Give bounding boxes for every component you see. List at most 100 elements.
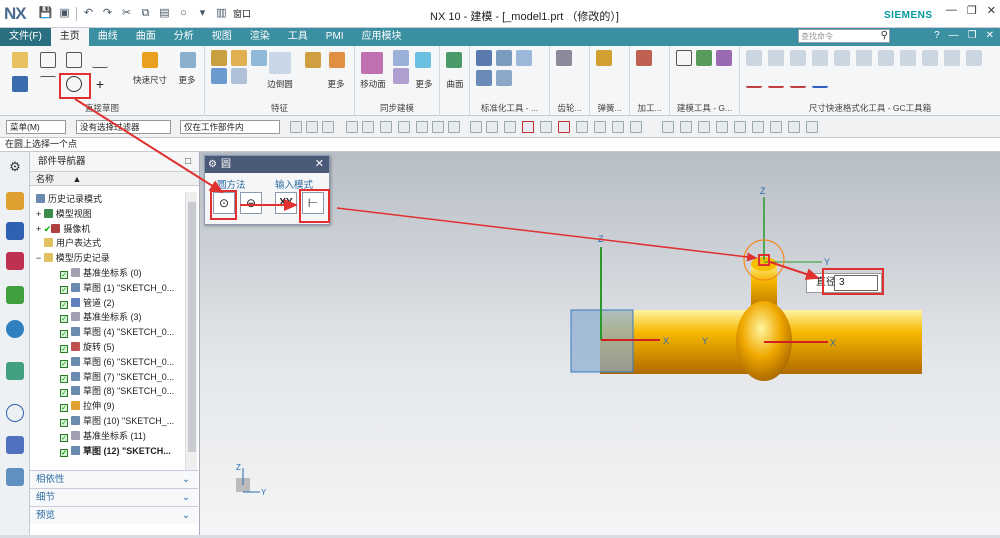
checkbox-icon[interactable]: ✓ (60, 330, 68, 339)
bolt-icon[interactable] (496, 50, 512, 66)
snap-icon[interactable] (594, 121, 606, 133)
view-icon[interactable] (770, 121, 782, 133)
dimension-format-icon[interactable] (878, 50, 894, 66)
table-row[interactable]: ✓ 基准坐标系 (0) (30, 266, 185, 281)
tab-render[interactable]: 渲染 (241, 28, 279, 46)
panel-dependencies[interactable]: 相依性 ⌄ (30, 470, 198, 488)
filter-icon[interactable] (398, 121, 410, 133)
revolve-icon[interactable] (211, 68, 227, 84)
scrollbar-thumb[interactable] (188, 202, 196, 452)
dimension-format-icon[interactable] (812, 50, 828, 66)
tab-home[interactable]: 主页 (50, 28, 89, 46)
dimension-format-icon[interactable] (746, 72, 762, 88)
circle-icon[interactable]: ○ (176, 6, 191, 21)
snap-icon[interactable] (486, 121, 498, 133)
tab-file[interactable]: 文件(F) (0, 28, 51, 46)
tab-curve[interactable]: 曲线 (89, 28, 127, 46)
navigator-scrollbar[interactable] (185, 192, 197, 472)
table-row[interactable]: ✓ 基准坐标系 (3) (30, 310, 185, 325)
move-face-button[interactable]: 移动面 (355, 78, 391, 90)
hole-icon[interactable] (231, 50, 247, 66)
edge-blend-icon[interactable] (269, 52, 291, 74)
snap-icon[interactable] (612, 121, 624, 133)
command-search-input[interactable]: 查找命令 (798, 29, 890, 43)
snap-icon[interactable] (504, 121, 516, 133)
collapse-icon[interactable]: − (36, 253, 44, 263)
checkbox-icon[interactable]: ✓ (60, 433, 68, 442)
view-icon[interactable] (662, 121, 674, 133)
snap-icon[interactable] (448, 121, 460, 133)
tab-tools[interactable]: 工具 (279, 28, 317, 46)
filter-icon[interactable] (306, 121, 318, 133)
snap-icon[interactable] (470, 121, 482, 133)
minimize-ribbon-icon[interactable]: — (949, 30, 959, 41)
tab-applications[interactable]: 应用模块 (353, 28, 411, 46)
dimension-format-icon[interactable] (746, 50, 762, 66)
more-sketch-icon[interactable] (180, 52, 196, 68)
dimension-format-icon[interactable] (966, 50, 982, 66)
dimension-format-icon[interactable] (900, 50, 916, 66)
maximize-icon[interactable]: □ (185, 152, 191, 172)
table-row[interactable]: ✓ 草图 (10) "SKETCH_... (30, 414, 185, 429)
more-features-icon[interactable] (329, 52, 345, 68)
menu-dropdown[interactable]: 菜单(M) (6, 120, 66, 134)
table-row[interactable]: ✓ 草图 (4) "SKETCH_0... (30, 325, 185, 340)
checkbox-icon[interactable]: ✓ (60, 344, 68, 353)
selection-scope-dropdown[interactable]: 仅在工作部件内 (180, 120, 280, 134)
palette-icon[interactable] (6, 436, 24, 454)
chevron-down-icon[interactable]: ▾ (195, 6, 210, 21)
dimension-format-icon[interactable] (944, 50, 960, 66)
dimension-format-icon[interactable] (812, 72, 828, 88)
dimension-format-icon[interactable] (790, 72, 806, 88)
save-as-icon[interactable]: ▣ (57, 6, 72, 21)
reuse-library-icon[interactable] (6, 286, 24, 304)
table-row[interactable]: ✓ 拉伸 (9) (30, 399, 185, 414)
cut-icon[interactable]: ✂ (119, 6, 134, 21)
search-icon[interactable]: ⚲ (881, 30, 888, 41)
table-row[interactable]: ✓ 草图 (1) "SKETCH_0... (30, 281, 185, 296)
checkbox-icon[interactable]: ✓ (60, 285, 68, 294)
quick-dimension-icon[interactable] (142, 52, 158, 68)
list-item[interactable]: + ✔ 摄像机 (30, 222, 185, 237)
list-item[interactable]: + 模型视图 (30, 207, 185, 222)
copy-icon[interactable]: ⧉ (138, 6, 153, 21)
checkbox-icon[interactable]: ✓ (60, 270, 68, 279)
fastener-icon[interactable] (476, 50, 492, 66)
boolean-icon[interactable] (231, 68, 247, 84)
snap-icon[interactable] (432, 121, 444, 133)
more-button[interactable]: 更多 (409, 78, 439, 90)
panel-details[interactable]: 细节 ⌄ (30, 488, 198, 506)
column-header[interactable]: 名称 ▲ (30, 172, 199, 186)
tab-view[interactable]: 视图 (203, 28, 241, 46)
table-row[interactable]: ✓ 管道 (2) (30, 296, 185, 311)
window-menu-icon[interactable]: ▥ (214, 6, 229, 21)
profile-icon[interactable] (40, 52, 56, 68)
quick-dimension-button[interactable]: 快速尺寸 (130, 74, 170, 86)
constraint-navigator-icon[interactable] (6, 222, 24, 240)
checkbox-icon[interactable]: ✓ (60, 448, 68, 457)
snap-icon[interactable] (630, 121, 642, 133)
view-icon[interactable] (734, 121, 746, 133)
expand-icon[interactable]: + (36, 224, 44, 234)
sketch-icon[interactable] (12, 52, 28, 68)
dimension-format-icon[interactable] (768, 72, 784, 88)
dimension-format-icon[interactable] (768, 50, 784, 66)
minimize-icon[interactable]: — (946, 4, 957, 17)
machining-icon[interactable] (636, 50, 652, 66)
gear-icon[interactable]: ⚙ (6, 158, 24, 176)
history-icon[interactable] (6, 404, 24, 422)
table-row[interactable]: ✓ 基准坐标系 (11) (30, 429, 185, 444)
undo-icon[interactable]: ↶ (81, 6, 96, 21)
gear-icon[interactable] (556, 50, 572, 66)
nut-icon[interactable] (516, 50, 532, 66)
checkbox-icon[interactable]: ✓ (60, 300, 68, 309)
filter-icon[interactable] (362, 121, 374, 133)
list-item[interactable]: 历史记录模式 (30, 192, 185, 207)
gear-icon[interactable]: ⚙ (208, 156, 217, 173)
view-icon[interactable] (716, 121, 728, 133)
checkbox-icon[interactable]: ✓ (60, 418, 68, 427)
triangle-icon[interactable] (676, 50, 692, 66)
filter-icon[interactable] (322, 121, 334, 133)
table-row[interactable]: ✓ 草图 (7) "SKETCH_0... (30, 370, 185, 385)
view-icon[interactable] (698, 121, 710, 133)
